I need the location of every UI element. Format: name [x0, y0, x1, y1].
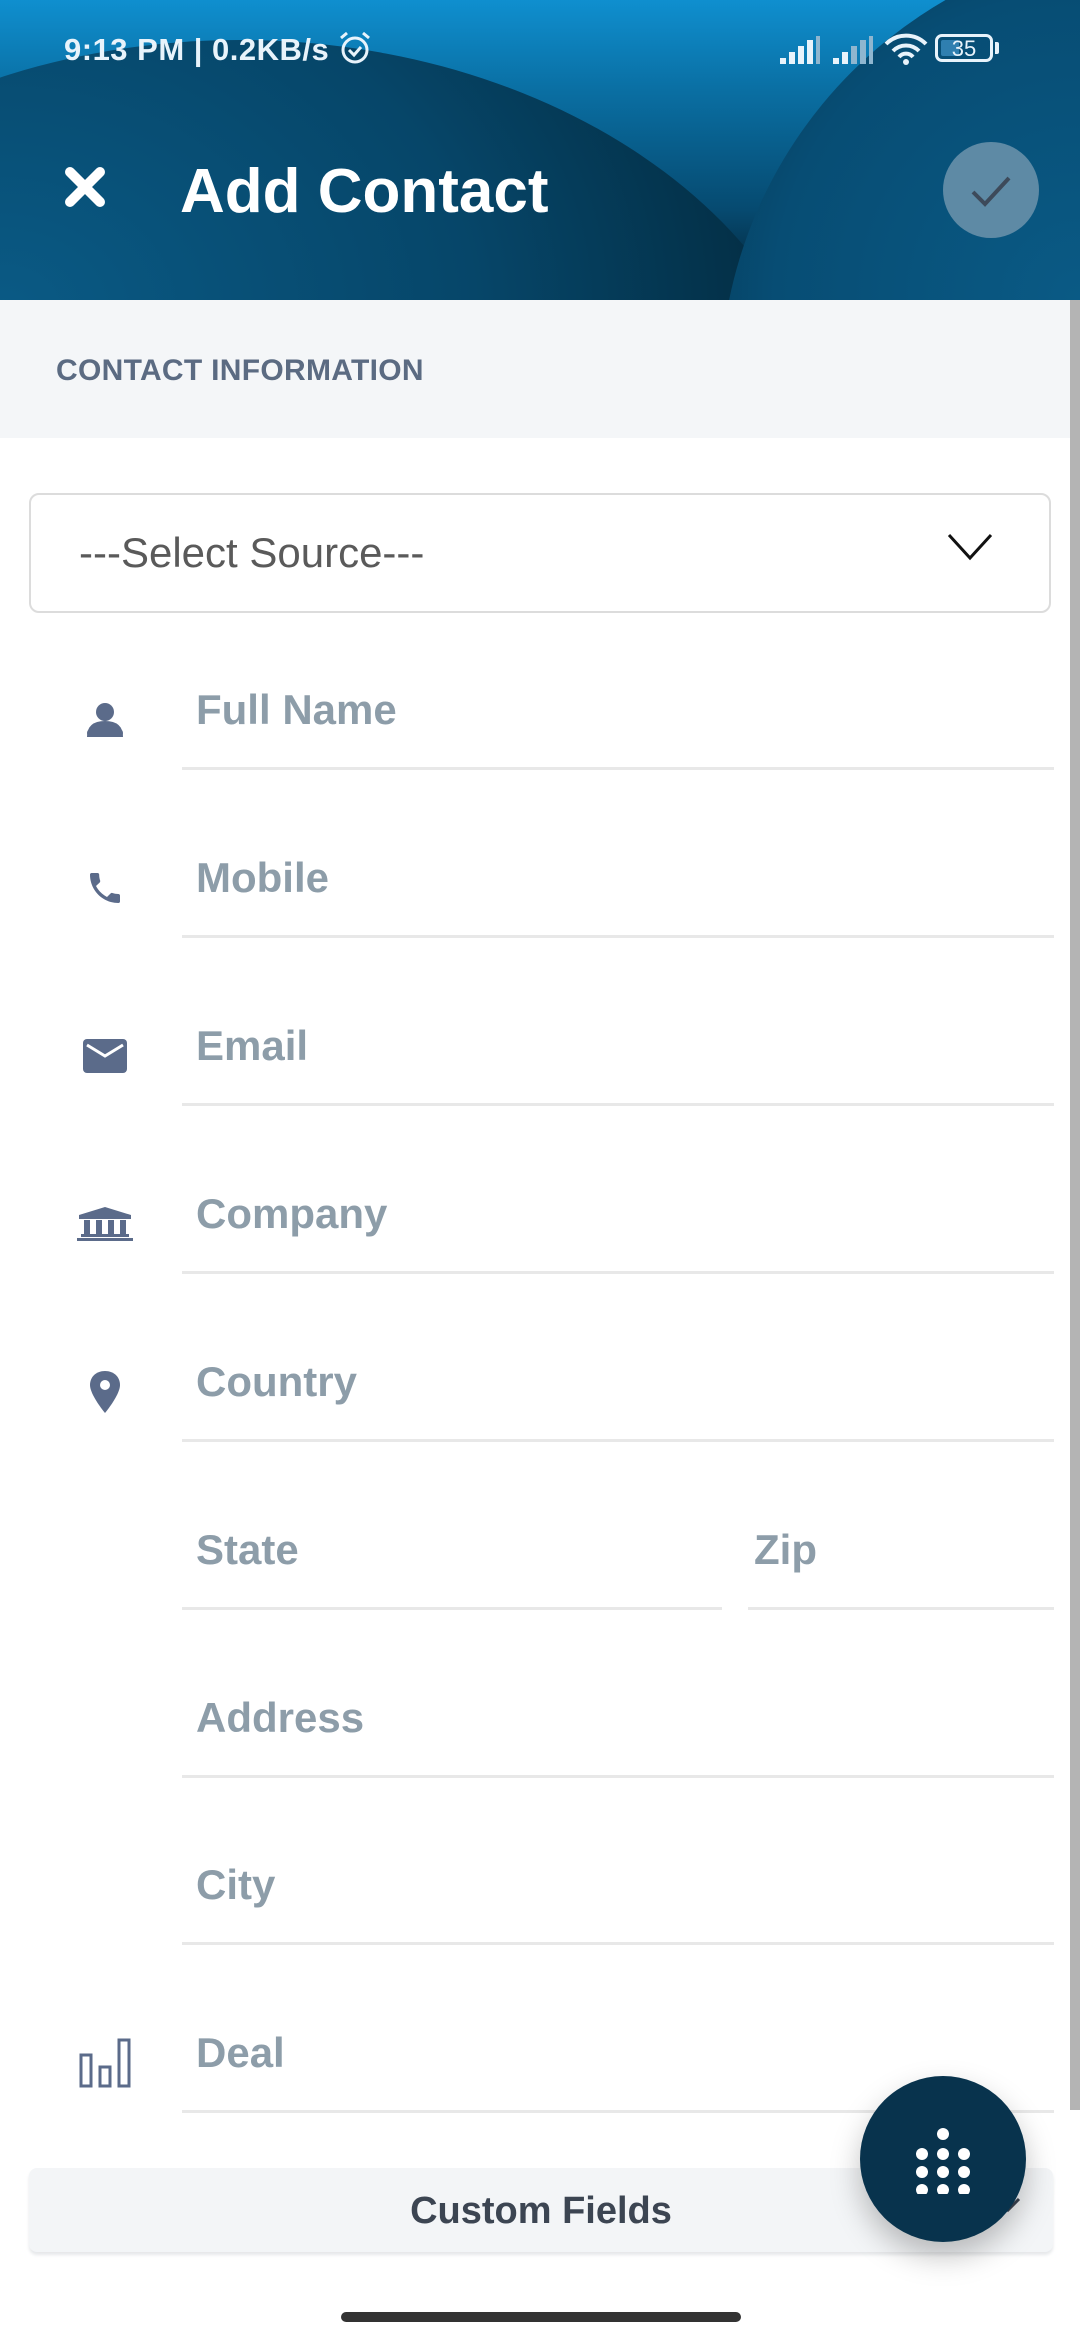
- address-input[interactable]: [182, 1688, 1060, 1748]
- page-title: Add Contact: [180, 157, 549, 226]
- source-select[interactable]: ---Select Source---: [29, 493, 1051, 613]
- person-icon: [70, 690, 140, 750]
- country-row: [0, 1322, 1080, 1442]
- company-input[interactable]: [182, 1184, 1060, 1244]
- dialpad-fab[interactable]: [860, 2076, 1026, 2242]
- field-underline: [182, 1775, 1054, 1778]
- close-button[interactable]: [64, 166, 106, 208]
- state-input[interactable]: [182, 1520, 740, 1580]
- home-indicator[interactable]: [341, 2312, 741, 2322]
- source-select-value: ---Select Source---: [79, 529, 425, 576]
- field-underline: [182, 1942, 1054, 1945]
- close-icon: [65, 167, 105, 207]
- state-field: [0, 1490, 740, 1610]
- wifi-icon: [884, 32, 928, 71]
- dialpad-icon: [916, 2128, 970, 2194]
- company-row: [0, 1154, 1080, 1274]
- full-name-row: [0, 650, 1080, 770]
- save-button[interactable]: [943, 142, 1039, 238]
- location-pin-icon: [70, 1362, 140, 1422]
- mobile-row: [0, 818, 1080, 938]
- city-input[interactable]: [182, 1855, 1060, 1915]
- country-input[interactable]: [182, 1352, 1060, 1412]
- battery-icon: 35: [935, 34, 993, 62]
- full-name-input[interactable]: [182, 680, 1060, 740]
- alarm-icon: [338, 30, 372, 66]
- zip-field: [740, 1490, 1080, 1610]
- deal-input[interactable]: [182, 2023, 1060, 2083]
- bar-chart-icon: [70, 2033, 140, 2093]
- field-underline: [748, 1607, 1054, 1610]
- signal-icon: [833, 36, 875, 71]
- field-underline: [182, 1271, 1054, 1274]
- field-underline: [182, 1607, 722, 1610]
- city-row: [0, 1825, 1080, 1945]
- scrollbar[interactable]: [1070, 300, 1080, 2110]
- email-input[interactable]: [182, 1016, 1060, 1076]
- battery-tip: [995, 42, 999, 54]
- chevron-down-icon: [947, 533, 993, 561]
- bank-icon: [70, 1194, 140, 1254]
- field-underline: [182, 935, 1054, 938]
- status-time: 9:13 PM | 0.2KB/s: [64, 32, 330, 67]
- status-bar: 9:13 PM | 0.2KB/s 35: [0, 30, 1080, 74]
- section-label: CONTACT INFORMATION: [56, 354, 424, 387]
- address-row: [0, 1658, 1080, 1778]
- field-underline: [182, 767, 1054, 770]
- section-header: CONTACT INFORMATION: [0, 300, 1080, 438]
- zip-input[interactable]: [740, 1520, 1060, 1580]
- check-icon: [971, 176, 1011, 207]
- battery-percent: 35: [951, 36, 977, 61]
- field-underline: [182, 1439, 1054, 1442]
- phone-icon: [70, 858, 140, 918]
- signal-icon: [780, 36, 822, 71]
- app-header: 9:13 PM | 0.2KB/s 35 Add Contact: [0, 0, 1080, 300]
- mobile-input[interactable]: [182, 848, 1060, 908]
- mail-icon: [70, 1026, 140, 1086]
- email-row: [0, 986, 1080, 1106]
- field-underline: [182, 1103, 1054, 1106]
- state-zip-row: [0, 1490, 1080, 1610]
